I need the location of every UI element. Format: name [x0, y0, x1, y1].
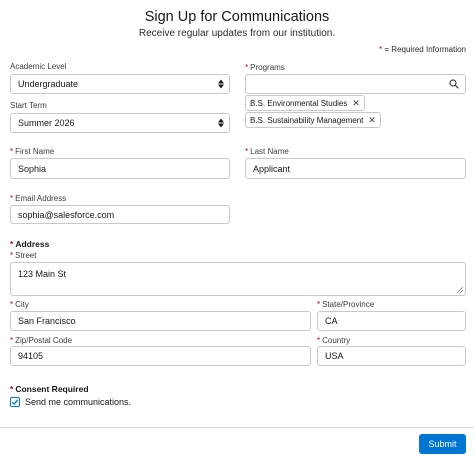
form-title: Sign Up for Communications — [144, 9, 330, 25]
email-value: sophia@salesforce.com — [18, 209, 115, 220]
state-value: CA — [325, 316, 338, 326]
program-pill: B.S. Sustainability Management ✕ — [245, 112, 381, 128]
country-field[interactable]: USA — [317, 346, 466, 366]
academic-level-select[interactable]: Undergraduate — [10, 74, 230, 94]
zip-field[interactable]: 94105 — [10, 346, 311, 366]
state-field[interactable]: CA — [317, 311, 466, 331]
first-name-field[interactable]: Sophia — [10, 158, 230, 179]
address-section-label: * Address — [10, 239, 50, 249]
last-name-value: Applicant — [253, 163, 291, 174]
consent-checkbox-label[interactable]: Send me communications. — [25, 397, 131, 407]
city-label: * City — [10, 300, 29, 309]
consent-section-label: * Consent Required — [10, 384, 89, 394]
up-down-chevron-icon — [218, 118, 224, 128]
zip-value: 94105 — [18, 351, 44, 361]
required-legend: * = Required Information — [379, 45, 466, 54]
email-field[interactable]: sophia@salesforce.com — [10, 205, 230, 224]
country-value: USA — [325, 351, 344, 361]
form-subtitle: Receive regular updates from our institu… — [138, 28, 336, 39]
street-value: 123 Main St — [18, 269, 67, 279]
search-icon — [449, 79, 459, 89]
city-value: San Francisco — [18, 316, 76, 326]
first-name-label: * First Name — [10, 147, 55, 156]
program-pill-label: B.S. Sustainability Management — [250, 115, 364, 125]
country-label: * Country — [317, 336, 351, 345]
footer-divider — [0, 427, 474, 428]
programs-search-input[interactable] — [245, 74, 466, 94]
required-legend-text: = Required Information — [382, 45, 466, 54]
start-term-select[interactable]: Summer 2026 — [10, 113, 230, 133]
email-label: * Email Address — [10, 194, 67, 203]
last-name-label: * Last Name — [245, 147, 289, 156]
program-pill: B.S. Environmental Studies ✕ — [245, 95, 365, 111]
submit-button[interactable]: Submit — [419, 434, 466, 454]
first-name-value: Sophia — [18, 163, 47, 174]
city-field[interactable]: San Francisco — [10, 311, 311, 331]
street-label: * Street — [10, 251, 37, 260]
close-icon[interactable]: ✕ — [368, 115, 376, 125]
consent-checkbox[interactable] — [10, 397, 20, 407]
zip-label: * Zip/Postal Code — [10, 336, 73, 345]
up-down-chevron-icon — [218, 79, 224, 89]
programs-label: * Programs — [245, 63, 285, 72]
academic-level-value: Undergraduate — [18, 79, 79, 89]
resize-handle-icon[interactable] — [456, 286, 463, 293]
start-term-value: Summer 2026 — [18, 118, 75, 128]
state-label: * State/Province — [317, 300, 375, 309]
close-icon[interactable]: ✕ — [352, 98, 360, 108]
program-pill-label: B.S. Environmental Studies — [250, 98, 348, 108]
last-name-field[interactable]: Applicant — [245, 158, 466, 179]
street-textarea[interactable]: 123 Main St — [10, 262, 466, 296]
start-term-label: Start Term — [10, 101, 47, 110]
academic-level-label: Academic Level — [10, 62, 67, 71]
signup-form: Sign Up for Communications Receive regul… — [0, 0, 474, 461]
check-icon — [11, 399, 19, 406]
